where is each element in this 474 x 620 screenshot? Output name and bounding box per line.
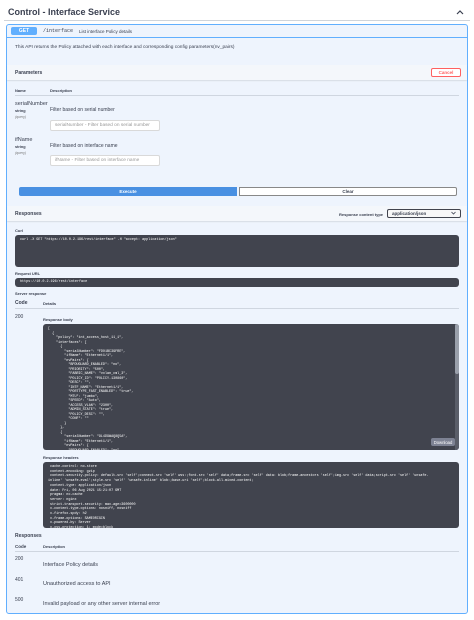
ifname-input[interactable]: ifName - Filter based on interface name [50, 155, 160, 166]
response-body-label: Response body [43, 317, 73, 322]
scrollbar-thumb[interactable] [455, 324, 459, 375]
divider [15, 551, 459, 552]
param-col-description: Description [50, 88, 73, 93]
method-badge: GET [11, 27, 37, 35]
request-url-label: Request URL [15, 271, 41, 276]
doc-code: 401 [15, 577, 24, 583]
doc-description: Invalid payload or any other server inte… [43, 601, 161, 607]
request-url-box: https://10.0.2.196/rest/interface [15, 278, 459, 287]
divider [15, 308, 459, 309]
doc-code: 200 [15, 556, 24, 562]
response-body-box[interactable]: [ { "policy": "int_access_host_11_1", "i… [43, 324, 459, 450]
response-headers-box: cache-control: no-store content-encoding… [43, 462, 459, 528]
doc-description: Interface Policy details [43, 562, 99, 568]
download-button[interactable]: Download [431, 438, 455, 446]
operation-block: GET /interface List interface Policy det… [6, 24, 468, 614]
operation-summary-text: List interface Policy details [79, 28, 133, 34]
param-name-ifname: ifName [15, 137, 33, 143]
cancel-button[interactable]: Cancel [431, 68, 461, 77]
content-type-select[interactable]: application/json [387, 209, 461, 218]
operation-summary[interactable]: GET /interface List interface Policy det… [7, 25, 467, 38]
response-headers-label: Response headers [43, 455, 79, 460]
param-col-name: Name [15, 88, 26, 93]
swagger-frame: Control - Interface Service GET /interfa… [4, 3, 470, 617]
operation-path: /interface [43, 28, 74, 34]
param-in-serialnumber: (query) [15, 115, 27, 119]
doc-col-code: Code [15, 544, 27, 549]
param-name-serialnumber: serialNumber [15, 101, 48, 107]
curl-label: Curl [15, 228, 23, 233]
chevron-up-icon[interactable] [456, 8, 464, 16]
curl-box: curl -X GET "https://10.0.2.196/rest/int… [15, 235, 459, 267]
responses-doc-title: Responses [15, 533, 42, 539]
doc-description: Unauthorized access to API [43, 581, 111, 587]
doc-code: 500 [15, 597, 24, 603]
param-desc-serialnumber: Filter based on serial number [50, 107, 115, 113]
content-type-label: Response content type [339, 212, 384, 217]
param-desc-ifname: Filter based on interface name [50, 143, 118, 149]
server-response-label: Server response [15, 291, 47, 296]
execute-button[interactable]: Execute [19, 187, 237, 196]
doc-col-description: Description [43, 544, 66, 549]
clear-button[interactable]: Clear [239, 187, 457, 196]
server-col-code: Code [15, 300, 28, 306]
chevron-down-icon [451, 211, 456, 216]
responses-title: Responses [15, 210, 42, 217]
curl-command: curl -X GET "https://10.0.2.196/rest/int… [20, 238, 177, 242]
serialnumber-input[interactable]: serialNumber - Filter based on serial nu… [50, 120, 160, 131]
service-header[interactable]: Control - Interface Service [4, 3, 470, 21]
parameters-title: Parameters [15, 69, 43, 76]
content-type-value: application/json [392, 211, 427, 216]
divider [15, 95, 459, 96]
response-header-line: x-xss-protection: 1; mode=block [48, 526, 454, 528]
server-status-code: 200 [15, 314, 24, 320]
param-in-ifname: (query) [15, 151, 27, 155]
operation-description: This API returns the Policy attached wit… [15, 45, 235, 50]
server-col-details: Details [43, 301, 57, 306]
service-title: Control - Interface Service [8, 6, 121, 17]
param-type-ifname: string [15, 145, 26, 149]
response-body-line: "BPDUGUARD_ENABLED": "no", [48, 449, 454, 451]
request-url: https://10.0.2.196/rest/interface [20, 280, 88, 284]
scrollbar-track[interactable] [455, 324, 459, 450]
param-type-serialnumber: string [15, 109, 26, 113]
parameters-section-header: Parameters Cancel [7, 65, 467, 80]
